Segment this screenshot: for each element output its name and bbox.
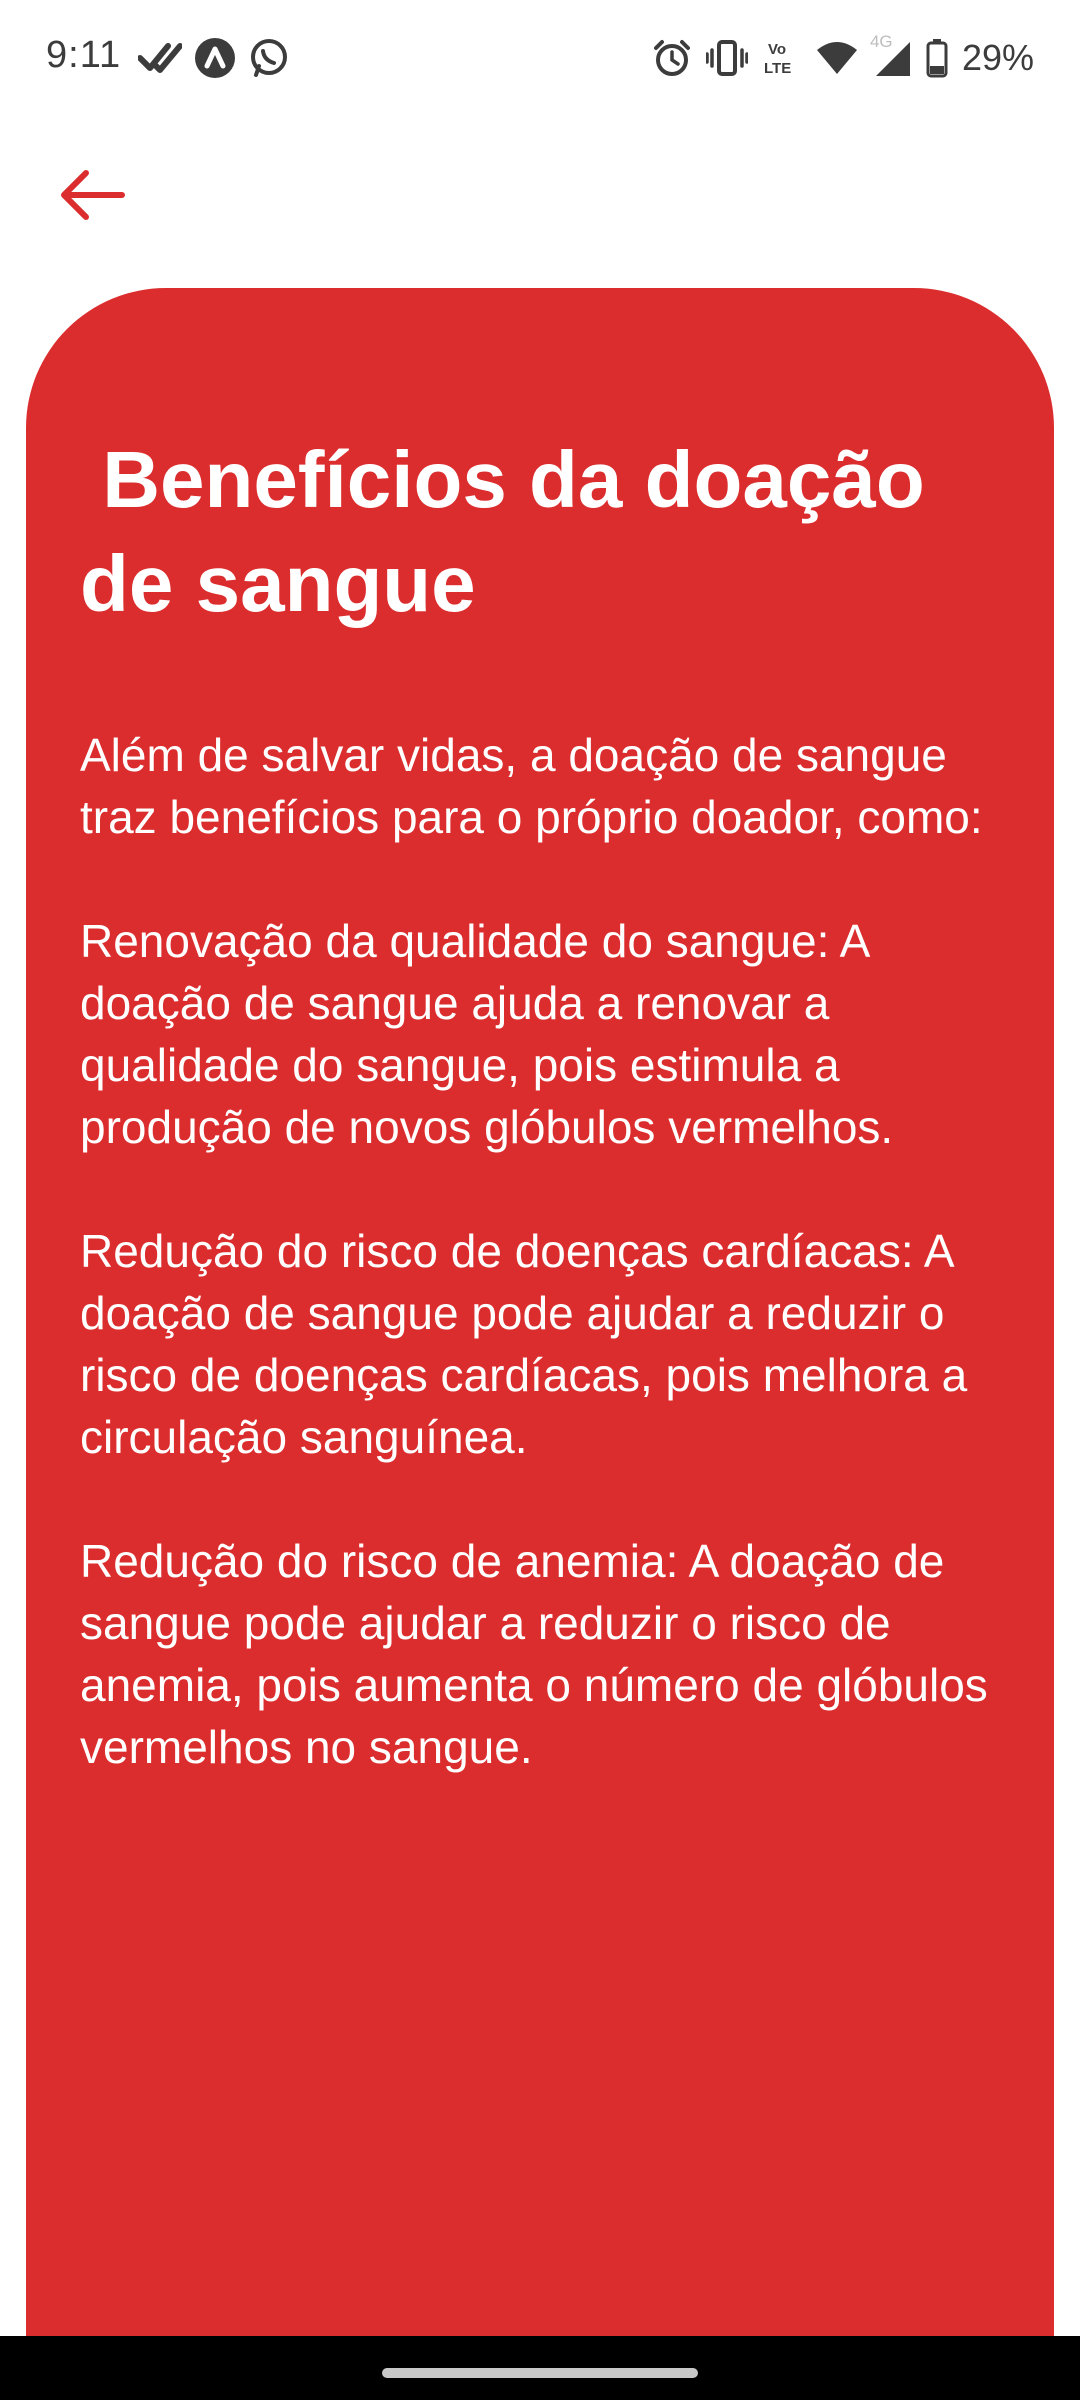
benefit-paragraph: Renovação da qualidade do sangue: A doaç… [80, 915, 894, 1153]
signal-icon: 4G [870, 32, 912, 78]
network-type-label: 4G [869, 32, 893, 51]
whatsapp-icon [248, 37, 290, 79]
benefits-text: Além de salvar vidas, a doação de sangue… [80, 724, 1020, 1840]
benefits-card: Benefícios da doação de sangue Além de s… [26, 288, 1054, 2400]
navigation-bar [0, 2336, 1080, 2400]
volte-icon: Vo LTE [762, 38, 802, 78]
home-gesture-handle[interactable] [382, 2368, 698, 2378]
notification-icons [138, 36, 290, 80]
benefit-paragraph: Redução do risco de anemia: A doação de … [80, 1535, 988, 1773]
system-icons: Vo LTE 4G 29% [652, 32, 1034, 82]
page-title: Benefícios da doação de sangue [80, 435, 947, 628]
status-bar: 9:11 Vo LTE 4G 29% [0, 0, 1080, 118]
benefit-paragraph: Redução do risco de doenças cardíacas: A… [80, 1225, 968, 1463]
svg-text:LTE: LTE [764, 60, 791, 77]
battery-icon [926, 38, 948, 78]
battery-percentage: 29% [961, 37, 1034, 78]
arrow-left-icon [61, 170, 125, 220]
vibrate-icon [705, 38, 748, 78]
back-button[interactable] [44, 158, 140, 232]
check-done-icon [138, 38, 182, 78]
svg-text:Vo: Vo [768, 41, 786, 58]
arrow-app-icon [194, 37, 236, 79]
alarm-icon [652, 38, 692, 78]
status-time: 9:11 [46, 34, 122, 76]
screen: 9:11 Vo LTE 4G 29% Benefícios da doação … [0, 0, 1080, 2400]
wifi-icon [816, 40, 858, 76]
intro-paragraph: Além de salvar vidas, a doação de sangue… [80, 729, 983, 843]
